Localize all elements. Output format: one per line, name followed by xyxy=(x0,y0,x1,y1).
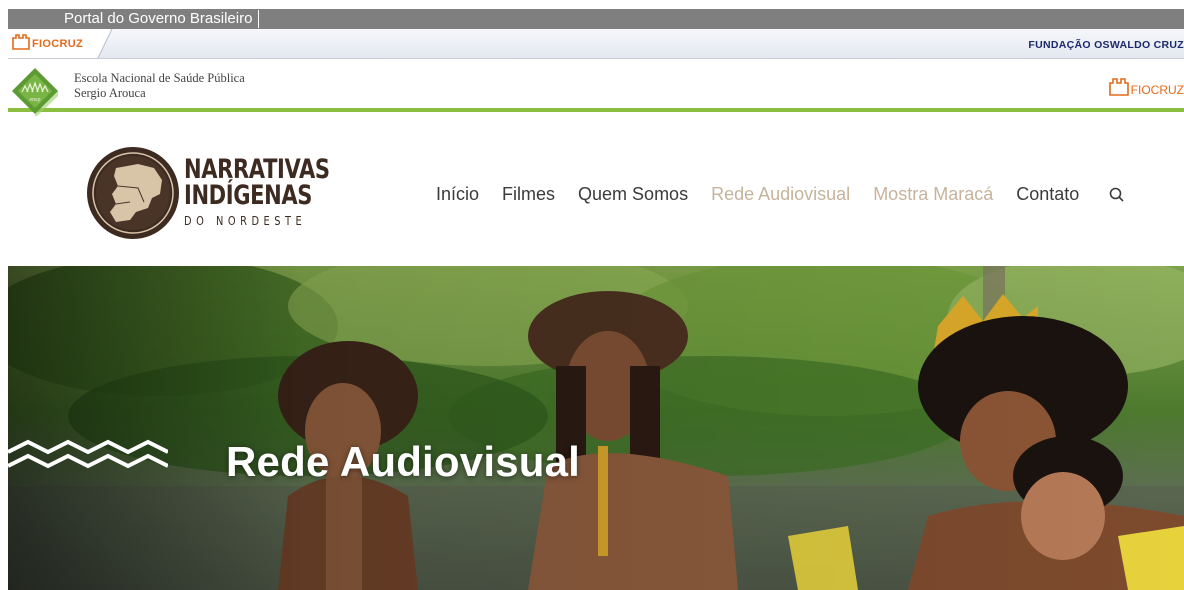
tab-edge-decoration xyxy=(97,29,113,58)
main-nav: Início Filmes Quem Somos Rede Audiovisua… xyxy=(436,184,1126,205)
gov-portal-link[interactable]: Portal do Governo Brasileiro xyxy=(64,10,260,28)
ensp-logo-icon[interactable]: ensp xyxy=(10,66,60,118)
northeast-map-emblem-icon xyxy=(87,147,179,239)
fiocruz-castle-icon xyxy=(12,34,30,50)
site-logo[interactable]: NARRATIVAS INDÍGENAS DO NORDESTE xyxy=(86,146,371,240)
hero-photo xyxy=(8,266,1184,590)
brand-wordmark: NARRATIVAS INDÍGENAS DO NORDESTE xyxy=(184,156,371,229)
nav-item-rede-audiovisual[interactable]: Rede Audiovisual xyxy=(711,184,850,205)
brand-line2: INDÍGENAS xyxy=(184,180,313,211)
page-title: Rede Audiovisual xyxy=(226,438,581,485)
nav-item-filmes[interactable]: Filmes xyxy=(502,184,555,205)
fiocruz-org-name[interactable]: FUNDAÇÃO OSWALDO CRUZ xyxy=(1028,39,1184,51)
fiocruz-castle-icon xyxy=(1108,78,1129,96)
fiocruz-logo[interactable]: FIOCRUZ xyxy=(12,34,83,50)
fiocruz-logo-text: FIOCRUZ xyxy=(32,38,83,50)
gov-bar: Portal do Governo Brasileiro xyxy=(8,9,1184,29)
nav-item-contato[interactable]: Contato xyxy=(1016,184,1079,205)
wave-decoration-icon xyxy=(8,439,168,469)
ensp-bar: ensp Escola Nacional de Saúde Pública Se… xyxy=(8,60,1184,118)
fiocruz-right-logo[interactable]: FIOCRUZ xyxy=(1108,78,1184,97)
search-icon[interactable] xyxy=(1108,186,1126,204)
ensp-name-line1: Escola Nacional de Saúde Pública xyxy=(74,71,245,85)
ensp-logo-text: ensp xyxy=(30,97,41,103)
hero-banner: Rede Audiovisual xyxy=(8,266,1184,590)
nav-item-mostra-maraca[interactable]: Mostra Maracá xyxy=(873,184,993,205)
nav-item-inicio[interactable]: Início xyxy=(436,184,479,205)
nav-item-quem-somos[interactable]: Quem Somos xyxy=(578,184,688,205)
ensp-name-line2: Sergio Arouca xyxy=(74,86,146,100)
ensp-name[interactable]: Escola Nacional de Saúde Pública Sergio … xyxy=(74,71,245,101)
fiocruz-bar: FIOCRUZ FUNDAÇÃO OSWALDO CRUZ xyxy=(8,29,1184,59)
brand-line3: DO NORDESTE xyxy=(184,214,307,228)
fiocruz-right-logo-text: FIOCRUZ xyxy=(1130,83,1184,97)
site-header: NARRATIVAS INDÍGENAS DO NORDESTE Início … xyxy=(0,116,1184,266)
